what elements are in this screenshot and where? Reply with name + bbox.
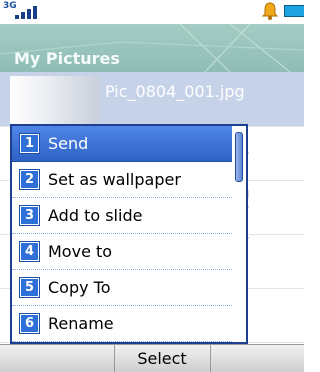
options-menu: 1 Send 2 Set as wallpaper 3 Add to slide…	[10, 124, 248, 344]
menu-item-label: Set as wallpaper	[48, 170, 181, 189]
status-bar: 3G	[0, 0, 304, 24]
page-title: My Pictures	[14, 49, 120, 68]
file-thumbnail	[10, 76, 100, 124]
signal-strength-icon	[15, 6, 39, 19]
number-badge-icon: 6	[20, 314, 39, 333]
menu-item-add-to-slide[interactable]: 3 Add to slide	[12, 198, 232, 234]
softkey-bar: Select	[0, 344, 304, 372]
battery-icon	[284, 5, 304, 17]
number-badge-icon: 5	[20, 278, 39, 297]
menu-item-label: Copy To	[48, 278, 111, 297]
menu-item-label: Send	[48, 134, 89, 153]
right-softkey[interactable]	[210, 345, 305, 372]
menu-item-label: Rename	[48, 314, 114, 333]
select-softkey[interactable]: Select	[114, 345, 210, 372]
file-row[interactable]: Pic_0804_001.jpg	[0, 72, 304, 127]
number-badge-icon: 2	[20, 170, 39, 189]
number-badge-icon: 4	[20, 242, 39, 261]
menu-item-set-as-wallpaper[interactable]: 2 Set as wallpaper	[12, 162, 232, 198]
number-badge-icon: 1	[20, 134, 39, 153]
alarm-bell-icon	[262, 2, 278, 20]
left-softkey[interactable]	[0, 345, 115, 372]
title-bar: My Pictures	[0, 24, 304, 72]
menu-item-rename[interactable]: 6 Rename	[12, 306, 232, 342]
menu-item-move-to[interactable]: 4 Move to	[12, 234, 232, 270]
menu-scrollbar-thumb[interactable]	[235, 132, 243, 182]
menu-item-label: Add to slide	[48, 206, 143, 225]
menu-item-copy-to[interactable]: 5 Copy To	[12, 270, 232, 306]
menu-item-send[interactable]: 1 Send	[12, 126, 232, 162]
menu-item-label: Move to	[48, 242, 113, 261]
number-badge-icon: 3	[20, 206, 39, 225]
file-name: Pic_0804_001.jpg	[105, 82, 245, 101]
